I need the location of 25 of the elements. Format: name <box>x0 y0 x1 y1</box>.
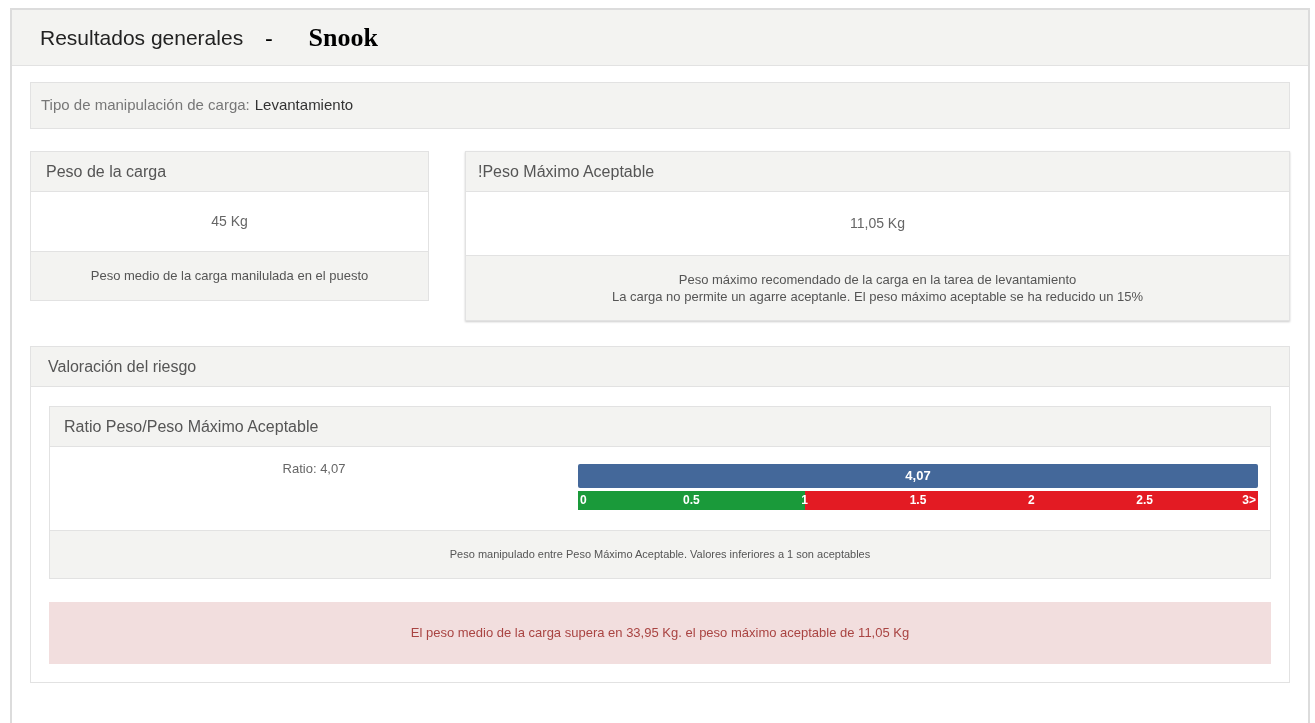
load-note: Peso medio de la carga manilulada en el puesto <box>90 267 369 286</box>
title-separator: - <box>265 24 273 52</box>
card-title: Ratio Peso/Peso Máximo Aceptable <box>64 416 319 437</box>
scale-label: 1.5 <box>909 492 927 509</box>
ratio-text: Ratio: 4,07 <box>282 460 346 477</box>
ratio-note: Peso manipulado entre Peso Máximo Aceptable. Valores inferiores a 1 son aceptables <box>449 547 871 563</box>
card-title: Peso de la carga <box>46 161 167 182</box>
subject-title: Snook <box>308 22 378 54</box>
max-weight-value: 11,05 Kg <box>850 214 905 233</box>
scale-label: 0 <box>580 492 587 509</box>
max-weight-note: La carga no permite un agarre aceptanle. El peso máximo aceptable se ha reducido un 15% <box>611 288 1144 305</box>
alert-text: El peso medio de la carga supera en 33,95 Kg. el peso máximo aceptable de 11,05 Kg <box>410 624 910 643</box>
panel-title: Resultados generales <box>40 24 244 51</box>
max-weight-note: Peso máximo recomendado de la carga en la tarea de levantamiento <box>678 271 1077 288</box>
ratio-bar-label: 4,07 <box>905 467 931 486</box>
scale-label: 2 <box>1028 492 1035 509</box>
scale-label: 3> <box>1242 492 1256 509</box>
manipulation-label: Tipo de manipulación de carga: <box>41 95 250 116</box>
card-title: !Peso Máximo Aceptable <box>478 161 655 182</box>
manipulation-value: Levantamiento <box>254 95 354 116</box>
scale-label: 2.5 <box>1136 492 1153 509</box>
card-title: Valoración del riesgo <box>48 356 197 377</box>
scale-label: 1 <box>801 492 808 509</box>
load-value: 45 Kg <box>211 212 248 231</box>
scale-label: 0.5 <box>683 492 700 509</box>
